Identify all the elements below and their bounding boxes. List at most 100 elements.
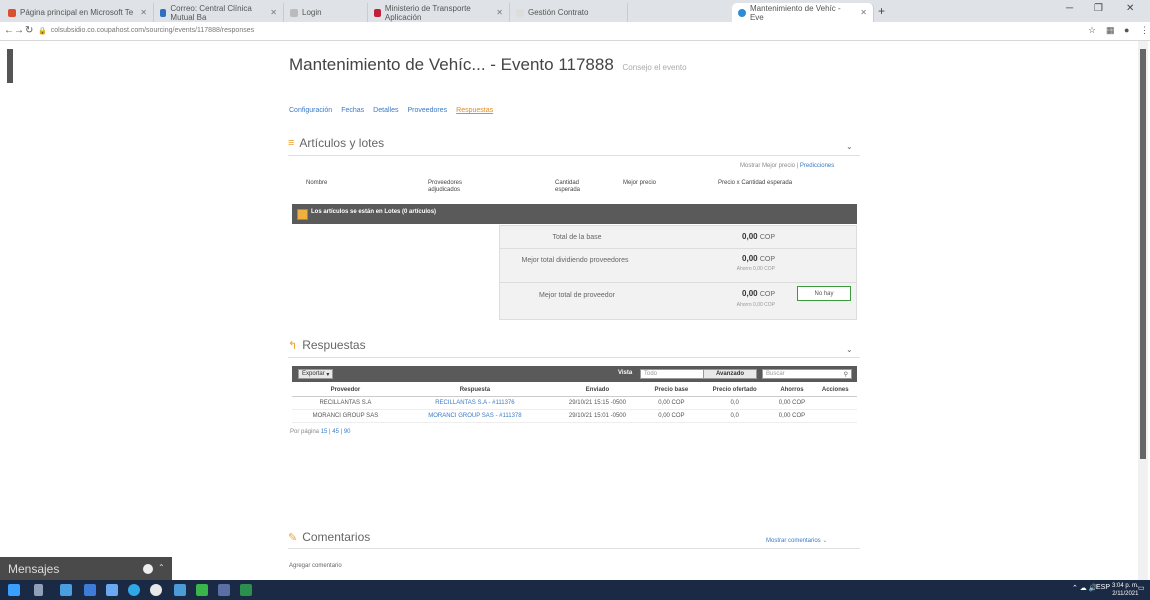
tab-respuestas[interactable]: Respuestas (456, 107, 493, 114)
search-placeholder: Buscar (766, 371, 785, 377)
close-icon[interactable]: ✕ (860, 8, 867, 17)
page-title-suffix[interactable]: Consejo el evento (623, 63, 687, 72)
chevron-down-icon[interactable]: ⌄ (822, 538, 827, 544)
lot-bar: Los artículos se están en Lotes (0 artíc… (292, 204, 857, 224)
new-tab-icon[interactable]: + (878, 4, 885, 18)
cell-precio-ofertado: 0,0 (698, 409, 771, 423)
task-view-icon[interactable] (60, 584, 72, 596)
close-icon[interactable]: ✕ (270, 8, 277, 17)
mejor-precio-text: Mostrar Mejor precio (740, 163, 796, 169)
view-label: Vista (618, 370, 633, 376)
forward-icon[interactable]: → (14, 25, 24, 36)
chrome-icon[interactable] (150, 584, 162, 596)
col-proveedor[interactable]: Proveedor (292, 384, 399, 397)
browser-tab-1[interactable]: Página principal en Microsoft Te ✕ (2, 3, 154, 22)
store-icon[interactable] (106, 584, 118, 596)
menu-icon[interactable]: ⋮ (1140, 25, 1149, 36)
predicciones-link[interactable]: Predicciones (800, 163, 834, 169)
col-precio-ofertado[interactable]: Precio ofertado (698, 384, 771, 397)
show-comments-link[interactable]: Mostrar comentarios (766, 538, 821, 544)
add-comment-link[interactable]: Agregar comentario (289, 563, 342, 569)
summary-currency: COP (759, 291, 775, 298)
per-page-options[interactable]: 15 | 45 | 90 (321, 429, 351, 435)
clock[interactable]: 3:04 p. m. 2/11/2021 (1112, 582, 1139, 598)
reload-icon[interactable]: ↻ (25, 25, 33, 36)
browser-tab-active[interactable]: Mantenimiento de Vehíc - Eve ✕ (732, 3, 874, 22)
close-icon[interactable]: ✕ (140, 8, 147, 17)
cell-ahorros: 0,00 COP (770, 396, 814, 410)
tab-configuracion[interactable]: Configuración (289, 107, 332, 114)
search-icon[interactable] (34, 584, 43, 596)
windows-start-icon[interactable] (8, 584, 20, 596)
table-row: MORANCI GROUP SAS MORANCI GROUP SAS - #1… (292, 409, 857, 423)
chat-status-icon (143, 564, 153, 574)
page-title: Mantenimiento de Vehíc... - Evento 11788… (289, 55, 687, 75)
chevron-up-icon[interactable]: ⌃ (158, 563, 165, 572)
close-icon[interactable]: ✕ (496, 8, 503, 17)
response-link[interactable]: RECILLANTAS S.A - #111376 (398, 396, 551, 410)
summary-box: Total de la base 0,00 COP Mejor total di… (499, 225, 857, 320)
explorer-icon[interactable] (174, 584, 186, 596)
col-enviado[interactable]: Enviado (550, 384, 644, 397)
cell-enviado: 29/10/21 15:15 -0500 (550, 396, 644, 410)
cell-proveedor: RECILLANTAS S.A (292, 396, 399, 410)
tab-favicon-icon (516, 8, 524, 17)
event-tabs: Configuración Fechas Detalles Proveedore… (289, 107, 493, 114)
cell-proveedor: MORANCI GROUP SAS (292, 409, 399, 423)
tab-label: Correo: Central Clínica Mutual Ba (170, 3, 252, 22)
profile-icon[interactable]: ● (1124, 25, 1129, 35)
comentarios-header[interactable]: ✎ Comentarios (288, 530, 370, 544)
summary-amount: 0,00 (742, 254, 758, 263)
col-proveedores-adjudicados: Proveedores adjudicados (428, 180, 463, 193)
summary-label: Total de la base (552, 234, 602, 241)
excel-icon[interactable] (240, 584, 252, 596)
taskbar: ⌃ ☁ 🔊 ESP 3:04 p. m. 2/11/2021 ▭ (0, 580, 1150, 600)
scroll-thumb[interactable] (1140, 49, 1146, 459)
summary-currency: COP (759, 234, 775, 241)
table-row: RECILLANTAS S.A RECILLANTAS S.A - #11137… (292, 396, 857, 410)
articulos-header[interactable]: ≡ Artículos y lotes (288, 136, 384, 150)
export-button[interactable]: Exportar ▾ (298, 369, 333, 379)
app-icon[interactable] (196, 584, 208, 596)
back-icon[interactable]: ← (4, 25, 14, 36)
summary-amount: 0,00 (742, 289, 758, 298)
edge-icon[interactable] (128, 584, 140, 596)
tray-icons[interactable]: ⌃ ☁ 🔊 (1072, 584, 1097, 592)
search-input[interactable]: Buscar ⚲ (762, 369, 852, 379)
respuestas-header[interactable]: ↰ Respuestas (288, 338, 366, 352)
response-link[interactable]: MORANCI GROUP SAS - #111378 (398, 409, 551, 423)
browser-tab-4[interactable]: Ministerio de Transporte Aplicación ✕ (368, 3, 510, 22)
col-precio-base[interactable]: Precio base (643, 384, 699, 397)
url-field[interactable]: 🔒 colsubsidio.co.coupahost.com/sourcing/… (38, 24, 1058, 37)
notifications-icon[interactable]: ▭ (1138, 584, 1145, 592)
browser-tab-2[interactable]: Correo: Central Clínica Mutual Ba ✕ (154, 3, 284, 22)
chevron-down-icon[interactable]: ⌄ (846, 345, 853, 354)
window-close-icon[interactable]: ✕ (1126, 3, 1134, 14)
maximize-icon[interactable]: ❐ (1094, 3, 1103, 14)
teams-icon[interactable] (218, 584, 230, 596)
star-icon[interactable]: ☆ (1088, 25, 1096, 36)
col-ahorros[interactable]: Ahorros (770, 384, 814, 397)
browser-tab-5[interactable]: Gestión Contrato (510, 3, 628, 22)
extensions-icon[interactable]: ▦ (1106, 25, 1115, 36)
page-title-text: Mantenimiento de Vehíc... - Evento 11788… (289, 55, 614, 74)
search-icon[interactable]: ⚲ (844, 371, 848, 378)
chevron-down-icon[interactable]: ⌄ (846, 142, 853, 151)
summary-row-mejor-dividido: Mejor total dividiendo proveedores 0,00 … (500, 248, 856, 283)
chat-box[interactable]: Mensajes ⌃ (0, 557, 172, 580)
minimize-icon[interactable]: ─ (1066, 3, 1073, 14)
tab-label: Gestión Contrato (528, 8, 589, 17)
tab-detalles[interactable]: Detalles (373, 107, 398, 114)
advanced-search-button[interactable]: Avanzado (703, 369, 757, 379)
tab-favicon-icon (160, 8, 167, 17)
tab-fechas[interactable]: Fechas (341, 107, 364, 114)
scrollbar[interactable] (1138, 41, 1148, 580)
browser-tab-3[interactable]: Login (284, 3, 368, 22)
mail-icon[interactable] (84, 584, 96, 596)
tab-proveedores[interactable]: Proveedores (407, 107, 447, 114)
col-respuesta[interactable]: Respuesta (398, 384, 551, 397)
lot-checkbox[interactable] (297, 209, 308, 220)
language-indicator[interactable]: ESP (1096, 584, 1110, 591)
show-comments-row: Mostrar comentarios ⌄ (766, 537, 827, 544)
no-hay-button[interactable]: No hay (797, 286, 851, 301)
